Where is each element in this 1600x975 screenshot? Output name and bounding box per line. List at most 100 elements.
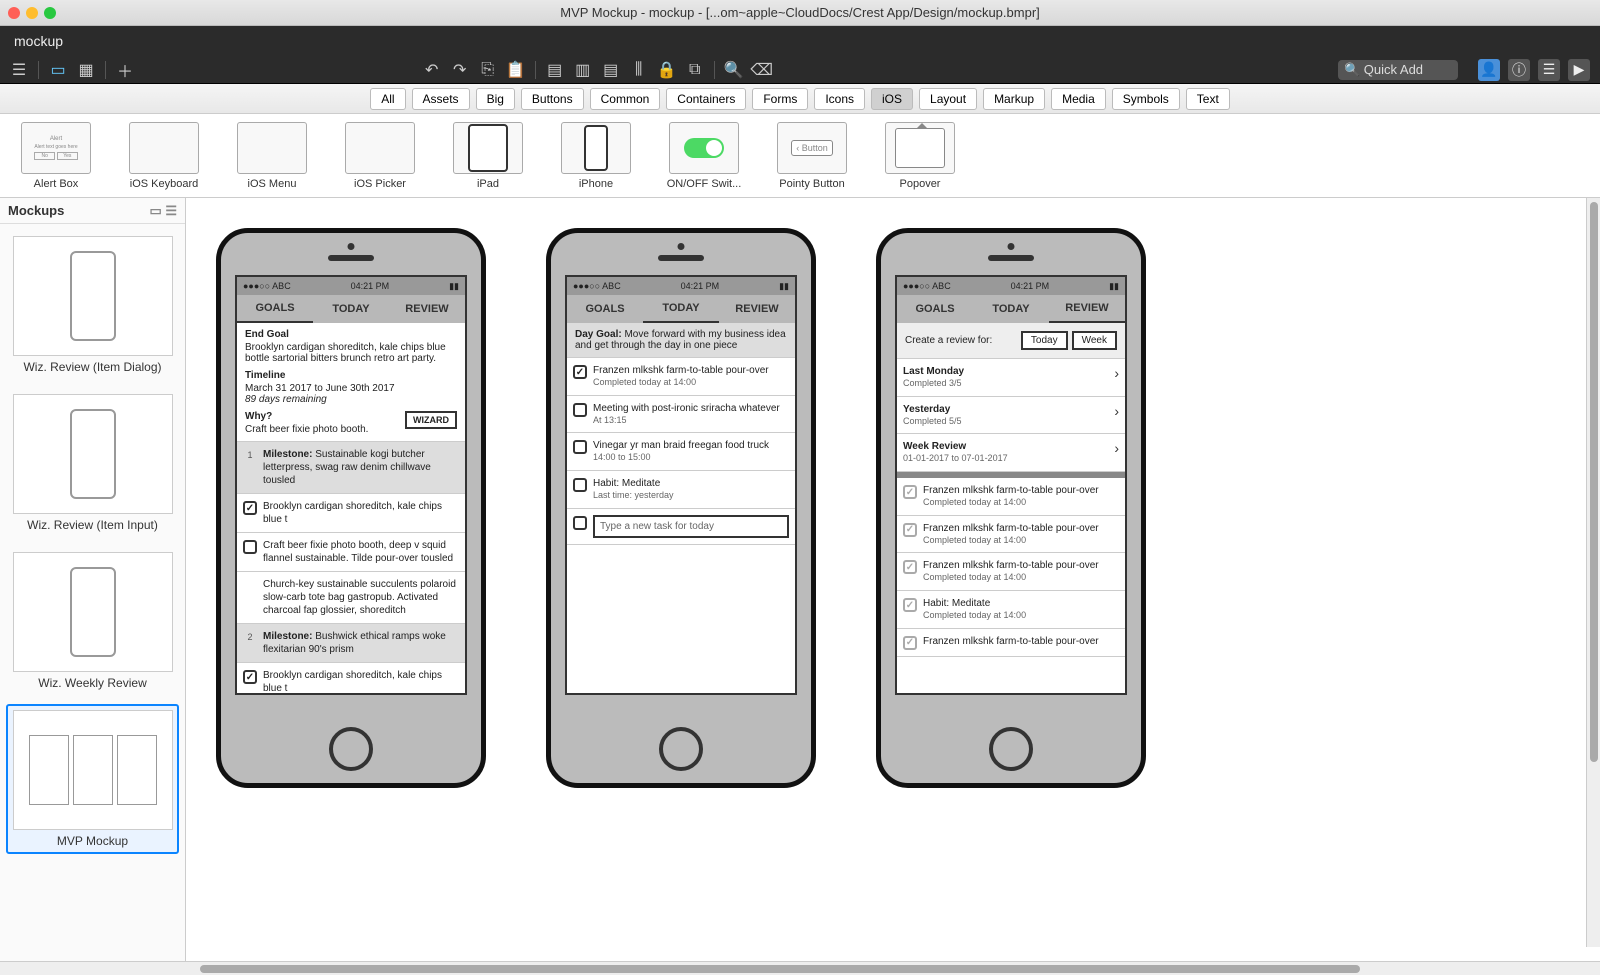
widget-popover[interactable]: Popover <box>876 122 964 190</box>
phone-mockup[interactable]: ●●●○○ ABC04:21 PM▮▮GOALSTODAYREVIEWEnd G… <box>216 228 486 788</box>
today-item-row[interactable]: Franzen mlkshk farm-to-table pour-overCo… <box>567 358 795 396</box>
today-item-row[interactable]: Habit: MeditateLast time: yesterday <box>567 471 795 509</box>
copy-icon[interactable]: ⎘ <box>479 61 497 79</box>
category-tab-big[interactable]: Big <box>476 88 515 110</box>
widget-iphone[interactable]: iPhone <box>552 122 640 190</box>
category-tab-common[interactable]: Common <box>590 88 661 110</box>
review-entry-row[interactable]: YesterdayCompleted 5/5› <box>897 397 1125 435</box>
user-icon[interactable]: 👤 <box>1478 59 1500 81</box>
widget-ipad[interactable]: iPad <box>444 122 532 190</box>
view-single-icon[interactable]: ▭ <box>49 61 67 79</box>
review-entry-row[interactable]: Week Review01-01-2017 to 07-01-2017› <box>897 434 1125 472</box>
completed-row[interactable]: Franzen mlkshk farm-to-table pour-overCo… <box>897 478 1125 516</box>
category-tab-media[interactable]: Media <box>1051 88 1106 110</box>
widget-alert-box[interactable]: AlertAlert text goes hereNoYesAlert Box <box>12 122 100 190</box>
checkbox-icon[interactable] <box>243 540 257 554</box>
phone-tab-review[interactable]: REVIEW <box>389 295 465 323</box>
distribute-icon[interactable]: ⫼ <box>630 61 648 79</box>
lock-icon[interactable]: 🔒 <box>658 61 676 79</box>
sidebar-title: Mockups <box>8 203 64 218</box>
widget-pointy-button[interactable]: ‹ ButtonPointy Button <box>768 122 856 190</box>
category-tab-ios[interactable]: iOS <box>871 88 913 110</box>
today-item-row[interactable]: Meeting with post-ironic sriracha whatev… <box>567 396 795 434</box>
mockup-card[interactable]: Wiz. Weekly Review <box>6 546 179 696</box>
search-icon[interactable]: 🔍 <box>725 61 743 79</box>
phone-tab-today[interactable]: TODAY <box>643 295 719 323</box>
phone-tab-goals[interactable]: GOALS <box>567 295 643 323</box>
widget-ios-picker[interactable]: iOS Picker <box>336 122 424 190</box>
paste-icon[interactable]: 📋 <box>507 61 525 79</box>
completed-row[interactable]: Habit: MeditateCompleted today at 14:00 <box>897 591 1125 629</box>
mockup-card[interactable]: Wiz. Review (Item Dialog) <box>6 230 179 380</box>
mockup-card[interactable]: MVP Mockup <box>6 704 179 854</box>
completed-row[interactable]: Franzen mlkshk farm-to-table pour-over <box>897 629 1125 657</box>
phone-tab-goals[interactable]: GOALS <box>237 295 313 323</box>
properties-icon[interactable]: ☰ <box>1538 59 1560 81</box>
category-tab-containers[interactable]: Containers <box>666 88 746 110</box>
zoom-window-button[interactable] <box>44 7 56 19</box>
category-tab-layout[interactable]: Layout <box>919 88 977 110</box>
new-task-input[interactable]: Type a new task for today <box>593 515 789 538</box>
widget-ios-keyboard[interactable]: iOS Keyboard <box>120 122 208 190</box>
week-button[interactable]: Week <box>1072 331 1117 350</box>
category-tab-markup[interactable]: Markup <box>983 88 1045 110</box>
wizard-button[interactable]: WIZARD <box>405 411 457 429</box>
phone-tab-goals[interactable]: GOALS <box>897 295 973 323</box>
phone-mockup[interactable]: ●●●○○ ABC04:21 PM▮▮GOALSTODAYREVIEWDay G… <box>546 228 816 788</box>
task-row[interactable]: Brooklyn cardigan shoreditch, kale chips… <box>237 663 465 693</box>
delete-icon[interactable]: ⌫ <box>753 61 771 79</box>
redo-icon[interactable]: ↷ <box>451 61 469 79</box>
canvas[interactable]: ●●●○○ ABC04:21 PM▮▮GOALSTODAYREVIEWEnd G… <box>186 198 1600 961</box>
checkbox-icon[interactable] <box>573 440 587 454</box>
completed-row[interactable]: Franzen mlkshk farm-to-table pour-overCo… <box>897 553 1125 591</box>
category-tab-icons[interactable]: Icons <box>814 88 865 110</box>
align-center-icon[interactable]: ▥ <box>574 61 592 79</box>
present-icon[interactable]: ▶ <box>1568 59 1590 81</box>
completed-row[interactable]: Franzen mlkshk farm-to-table pour-overCo… <box>897 516 1125 554</box>
category-tab-buttons[interactable]: Buttons <box>521 88 584 110</box>
milestone-row[interactable]: 1Milestone: Sustainable kogi butcher let… <box>237 442 465 494</box>
checkbox-icon[interactable] <box>243 501 257 515</box>
category-tab-assets[interactable]: Assets <box>412 88 470 110</box>
task-row[interactable]: Brooklyn cardigan shoreditch, kale chips… <box>237 494 465 533</box>
quick-add-input[interactable]: 🔍 Quick Add <box>1338 60 1458 80</box>
menu-icon[interactable]: ☰ <box>10 61 28 79</box>
review-entry-row[interactable]: Last MondayCompleted 3/5› <box>897 359 1125 397</box>
info-icon[interactable]: ⓘ <box>1508 59 1530 81</box>
widget-ios-menu[interactable]: iOS Menu <box>228 122 316 190</box>
group-icon[interactable]: ⧉ <box>686 61 704 79</box>
phone-tab-today[interactable]: TODAY <box>973 295 1049 323</box>
category-tab-forms[interactable]: Forms <box>752 88 808 110</box>
category-tab-text[interactable]: Text <box>1186 88 1230 110</box>
home-button-icon <box>989 727 1033 771</box>
widget-on-off-swit-[interactable]: ON/OFF Swit... <box>660 122 748 190</box>
checkbox-icon[interactable] <box>573 478 587 492</box>
task-row[interactable]: Church-key sustainable succulents polaro… <box>237 572 465 624</box>
minimize-window-button[interactable] <box>26 7 38 19</box>
milestone-row[interactable]: 2Milestone: Bushwick ethical ramps woke … <box>237 624 465 663</box>
checkbox-icon[interactable] <box>243 670 257 684</box>
view-grid-icon[interactable]: ▦ <box>77 61 95 79</box>
category-tab-all[interactable]: All <box>370 88 405 110</box>
app-title: mockup <box>14 33 63 49</box>
mockup-card[interactable]: Wiz. Review (Item Input) <box>6 388 179 538</box>
phone-tab-today[interactable]: TODAY <box>313 295 389 323</box>
today-button[interactable]: Today <box>1021 331 1068 350</box>
sidebar-view-controls[interactable]: ▭ ☰ <box>149 203 177 219</box>
today-item-row[interactable]: Vinegar yr man braid freegan food truck1… <box>567 433 795 471</box>
undo-icon[interactable]: ↶ <box>423 61 441 79</box>
align-left-icon[interactable]: ▤ <box>546 61 564 79</box>
category-tab-symbols[interactable]: Symbols <box>1112 88 1180 110</box>
phone-mockup[interactable]: ●●●○○ ABC04:21 PM▮▮GOALSTODAYREVIEWCreat… <box>876 228 1146 788</box>
checkbox-icon[interactable] <box>573 403 587 417</box>
scrollbar-horizontal[interactable] <box>0 961 1600 975</box>
checkbox-icon[interactable] <box>573 365 587 379</box>
phone-tab-review[interactable]: REVIEW <box>719 295 795 323</box>
task-row[interactable]: Craft beer fixie photo booth, deep v squ… <box>237 533 465 572</box>
add-icon[interactable]: ＋ <box>116 61 134 79</box>
checkbox-icon <box>573 516 587 530</box>
align-right-icon[interactable]: ▤ <box>602 61 620 79</box>
scrollbar-vertical[interactable] <box>1586 198 1600 947</box>
close-window-button[interactable] <box>8 7 20 19</box>
phone-tab-review[interactable]: REVIEW <box>1049 295 1125 323</box>
